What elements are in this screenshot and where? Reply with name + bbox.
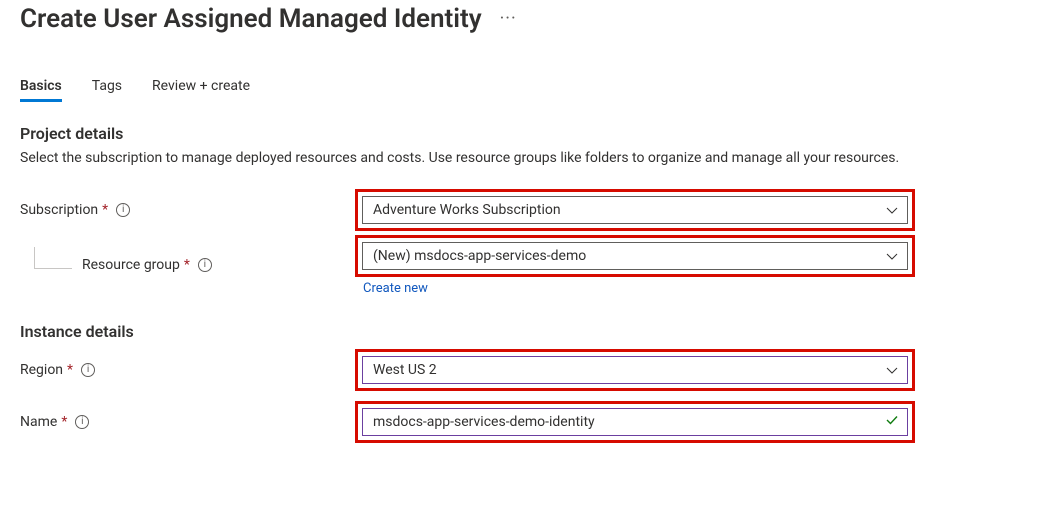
chevron-down-icon [885, 363, 899, 377]
subscription-label: Subscription [20, 202, 98, 218]
required-indicator: * [102, 202, 108, 218]
region-label: Region [20, 362, 63, 378]
section-description-project: Select the subscription to manage deploy… [20, 149, 960, 169]
resource-group-label: Resource group [82, 257, 180, 273]
info-icon[interactable]: i [116, 203, 130, 217]
name-label: Name [20, 414, 57, 430]
tab-tags[interactable]: Tags [92, 78, 122, 100]
highlight-subscription: Adventure Works Subscription [355, 189, 915, 231]
highlight-resource-group: (New) msdocs-app-services-demo [355, 235, 915, 277]
checkmark-icon [885, 413, 899, 431]
hierarchy-connector [34, 247, 72, 269]
required-indicator: * [67, 362, 73, 378]
chevron-down-icon [885, 203, 899, 217]
info-icon[interactable]: i [198, 258, 212, 272]
highlight-region: West US 2 [355, 349, 915, 391]
resource-group-dropdown[interactable]: (New) msdocs-app-services-demo [362, 242, 908, 270]
required-indicator: * [61, 414, 67, 430]
section-heading-instance: Instance details [20, 322, 1030, 341]
required-indicator: * [184, 257, 190, 273]
region-value: West US 2 [373, 362, 437, 378]
resource-group-value: (New) msdocs-app-services-demo [373, 248, 586, 264]
page-title: Create User Assigned Managed Identity [20, 4, 482, 34]
chevron-down-icon [885, 249, 899, 263]
subscription-dropdown[interactable]: Adventure Works Subscription [362, 196, 908, 224]
section-heading-project: Project details [20, 124, 1030, 143]
info-icon[interactable]: i [81, 363, 95, 377]
info-icon[interactable]: i [75, 415, 89, 429]
tab-basics[interactable]: Basics [20, 78, 62, 100]
highlight-name: msdocs-app-services-demo-identity [355, 401, 915, 443]
name-value: msdocs-app-services-demo-identity [373, 414, 595, 430]
subscription-value: Adventure Works Subscription [373, 202, 561, 218]
tab-bar: Basics Tags Review + create [20, 78, 1030, 100]
more-actions-button[interactable]: ··· [496, 6, 521, 32]
create-new-link[interactable]: Create new [363, 281, 428, 296]
region-dropdown[interactable]: West US 2 [362, 356, 908, 384]
tab-review-create[interactable]: Review + create [152, 78, 250, 100]
name-input[interactable]: msdocs-app-services-demo-identity [362, 408, 908, 436]
